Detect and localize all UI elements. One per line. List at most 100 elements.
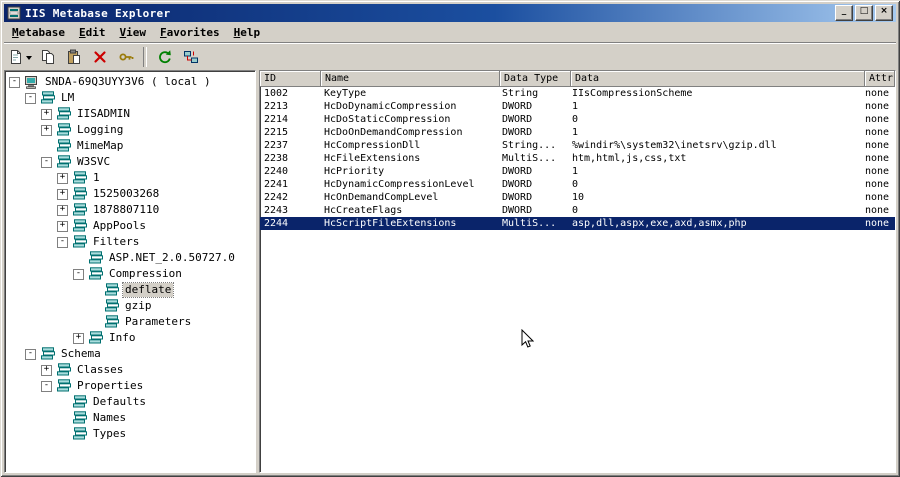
tree-node-label[interactable]: Properties bbox=[75, 379, 145, 393]
menu-item-help[interactable]: Help bbox=[227, 25, 268, 41]
collapse-toggle-icon[interactable]: - bbox=[25, 348, 36, 360]
tree-node-label[interactable]: gzip bbox=[123, 299, 154, 313]
property-row-2241[interactable]: 2241 HcDynamicCompressionLevel DWORD 0 none bbox=[260, 178, 895, 191]
paste-button[interactable] bbox=[61, 44, 86, 69]
tree-node-properties[interactable]: - Properties bbox=[5, 378, 255, 394]
tree-node-label[interactable]: Defaults bbox=[91, 395, 148, 409]
menu-item-favorites[interactable]: Favorites bbox=[153, 25, 227, 41]
menu-item-edit[interactable]: Edit bbox=[72, 25, 113, 41]
expand-toggle-icon[interactable]: + bbox=[73, 332, 84, 344]
collapse-toggle-icon[interactable]: - bbox=[9, 76, 20, 88]
property-row-1002[interactable]: 1002 KeyType String IIsCompressionScheme non… bbox=[260, 87, 895, 100]
metabase-tree: - SNDA-69Q3UYY3V6 ( local ) - LM + IISADMIN + L… bbox=[4, 70, 256, 473]
tree-node-label[interactable]: MimeMap bbox=[75, 139, 125, 153]
tree-node-parameters[interactable]: Parameters bbox=[5, 314, 255, 330]
copy-button[interactable] bbox=[35, 44, 60, 69]
property-row-2214[interactable]: 2214 HcDoStaticCompression DWORD 0 none bbox=[260, 113, 895, 126]
tree-node-1878807110[interactable]: +1878807110 bbox=[5, 202, 255, 218]
property-row-2213[interactable]: 2213 HcDoDynamicCompression DWORD 1 none bbox=[260, 100, 895, 113]
tree-node-apppools[interactable]: + AppPools bbox=[5, 218, 255, 234]
tree-node-label[interactable]: AppPools bbox=[91, 219, 148, 233]
tree-node-label[interactable]: Classes bbox=[75, 363, 125, 377]
expand-toggle-icon[interactable]: + bbox=[41, 108, 52, 120]
tree-node-label[interactable]: Schema bbox=[59, 347, 103, 361]
tree-node-deflate[interactable]: deflate bbox=[5, 282, 255, 298]
edit-key-button[interactable] bbox=[113, 44, 138, 69]
tree-node-defaults[interactable]: Defaults bbox=[5, 394, 255, 410]
tree-node-names[interactable]: Names bbox=[5, 410, 255, 426]
cell-data-type: DWORD bbox=[502, 205, 533, 216]
tree-node-label[interactable]: W3SVC bbox=[75, 155, 112, 169]
tree-node-label[interactable]: LM bbox=[59, 91, 76, 105]
property-row-2237[interactable]: 2237 HcCompressionDll String... %windir%\sy… bbox=[260, 139, 895, 152]
delete-button[interactable] bbox=[87, 44, 112, 69]
tree-node-types[interactable]: Types bbox=[5, 426, 255, 442]
property-row-2244[interactable]: 2244 HcScriptFileExtensions MultiS... asp,d… bbox=[260, 217, 895, 230]
tree-node-gzip[interactable]: gzip bbox=[5, 298, 255, 314]
tree-node-label[interactable]: 1878807110 bbox=[91, 203, 161, 217]
close-button[interactable]: × bbox=[875, 5, 893, 21]
tree-node-mimemap[interactable]: MimeMap bbox=[5, 138, 255, 154]
tree-node-label[interactable]: SNDA-69Q3UYY3V6 ( local ) bbox=[43, 75, 213, 89]
tree-node-asp-net-2-0-50727-0[interactable]: ASP.NET_2.0.50727.0 bbox=[5, 250, 255, 266]
column-header-attributes[interactable]: Attributes bbox=[865, 71, 895, 87]
tree-node-1525003268[interactable]: +1525003268 bbox=[5, 186, 255, 202]
collapse-toggle-icon[interactable]: - bbox=[25, 92, 36, 104]
tree-node-label[interactable]: Info bbox=[107, 331, 138, 345]
tree-node-label[interactable]: Logging bbox=[75, 123, 125, 137]
cell-data: 0 bbox=[572, 205, 579, 216]
cell-id: 2241 bbox=[264, 179, 289, 190]
tree-node-classes[interactable]: + Classes bbox=[5, 362, 255, 378]
property-row-2215[interactable]: 2215 HcDoOnDemandCompression DWORD 1 none bbox=[260, 126, 895, 139]
column-header-data[interactable]: Data bbox=[571, 71, 865, 87]
column-header-id[interactable]: ID bbox=[260, 71, 321, 87]
tree-node-label[interactable]: Filters bbox=[91, 235, 141, 249]
cell-attributes: none bbox=[865, 179, 890, 190]
tree-node-label[interactable]: Names bbox=[91, 411, 128, 425]
tree-node-schema[interactable]: - Schema bbox=[5, 346, 255, 362]
maximize-button[interactable]: □ bbox=[855, 5, 873, 21]
tree-node-label[interactable]: Compression bbox=[107, 267, 184, 281]
column-header-data-type[interactable]: Data Type bbox=[500, 71, 571, 87]
tree-node-1[interactable]: +1 bbox=[5, 170, 255, 186]
collapse-toggle-icon[interactable]: - bbox=[41, 156, 52, 168]
property-row-2238[interactable]: 2238 HcFileExtensions MultiS... htm,html,js… bbox=[260, 152, 895, 165]
tree-node-label[interactable]: 1 bbox=[91, 171, 102, 185]
tree-node-label[interactable]: IISADMIN bbox=[75, 107, 132, 121]
tree-node-filters[interactable]: - Filters bbox=[5, 234, 255, 250]
tree-node-label[interactable]: deflate bbox=[121, 282, 175, 298]
expand-toggle-icon[interactable]: + bbox=[41, 364, 52, 376]
refresh-button[interactable] bbox=[152, 44, 177, 69]
tree-node-lm[interactable]: - LM bbox=[5, 90, 255, 106]
title-bar[interactable]: IIS Metabase Explorer _ □ × bbox=[4, 4, 896, 22]
tree-node-snda-69q3uyy3v6-local[interactable]: - SNDA-69Q3UYY3V6 ( local ) bbox=[5, 74, 255, 90]
expand-toggle-icon[interactable]: + bbox=[57, 204, 68, 216]
tree-node-compression[interactable]: - Compression bbox=[5, 266, 255, 282]
collapse-toggle-icon[interactable]: - bbox=[57, 236, 68, 248]
cell-data: %windir%\system32\inetsrv\gzip.dll bbox=[572, 140, 777, 151]
tree-node-iisadmin[interactable]: + IISADMIN bbox=[5, 106, 255, 122]
expand-toggle-icon[interactable]: + bbox=[41, 124, 52, 136]
expand-toggle-icon[interactable]: + bbox=[57, 220, 68, 232]
property-row-2242[interactable]: 2242 HcOnDemandCompLevel DWORD 10 none bbox=[260, 191, 895, 204]
tree-node-label[interactable]: Parameters bbox=[123, 315, 193, 329]
tree-node-label[interactable]: 1525003268 bbox=[91, 187, 161, 201]
expand-toggle-icon[interactable]: + bbox=[57, 172, 68, 184]
property-row-2243[interactable]: 2243 HcCreateFlags DWORD 0 none bbox=[260, 204, 895, 217]
collapse-toggle-icon[interactable]: - bbox=[41, 380, 52, 392]
connect-button[interactable] bbox=[178, 44, 203, 69]
collapse-toggle-icon[interactable]: - bbox=[73, 268, 84, 280]
property-row-2240[interactable]: 2240 HcPriority DWORD 1 none bbox=[260, 165, 895, 178]
column-header-name[interactable]: Name bbox=[321, 71, 500, 87]
expand-toggle-icon[interactable]: + bbox=[57, 188, 68, 200]
tree-node-info[interactable]: + Info bbox=[5, 330, 255, 346]
connect-icon bbox=[183, 49, 199, 65]
minimize-button[interactable]: _ bbox=[835, 5, 853, 21]
tree-node-logging[interactable]: + Logging bbox=[5, 122, 255, 138]
tree-node-label[interactable]: ASP.NET_2.0.50727.0 bbox=[107, 251, 237, 265]
menu-item-view[interactable]: View bbox=[112, 25, 153, 41]
tree-node-w3svc[interactable]: - W3SVC bbox=[5, 154, 255, 170]
tree-node-label[interactable]: Types bbox=[91, 427, 128, 441]
new-key-button[interactable] bbox=[7, 44, 34, 69]
menu-item-metabase[interactable]: Metabase bbox=[5, 25, 72, 41]
